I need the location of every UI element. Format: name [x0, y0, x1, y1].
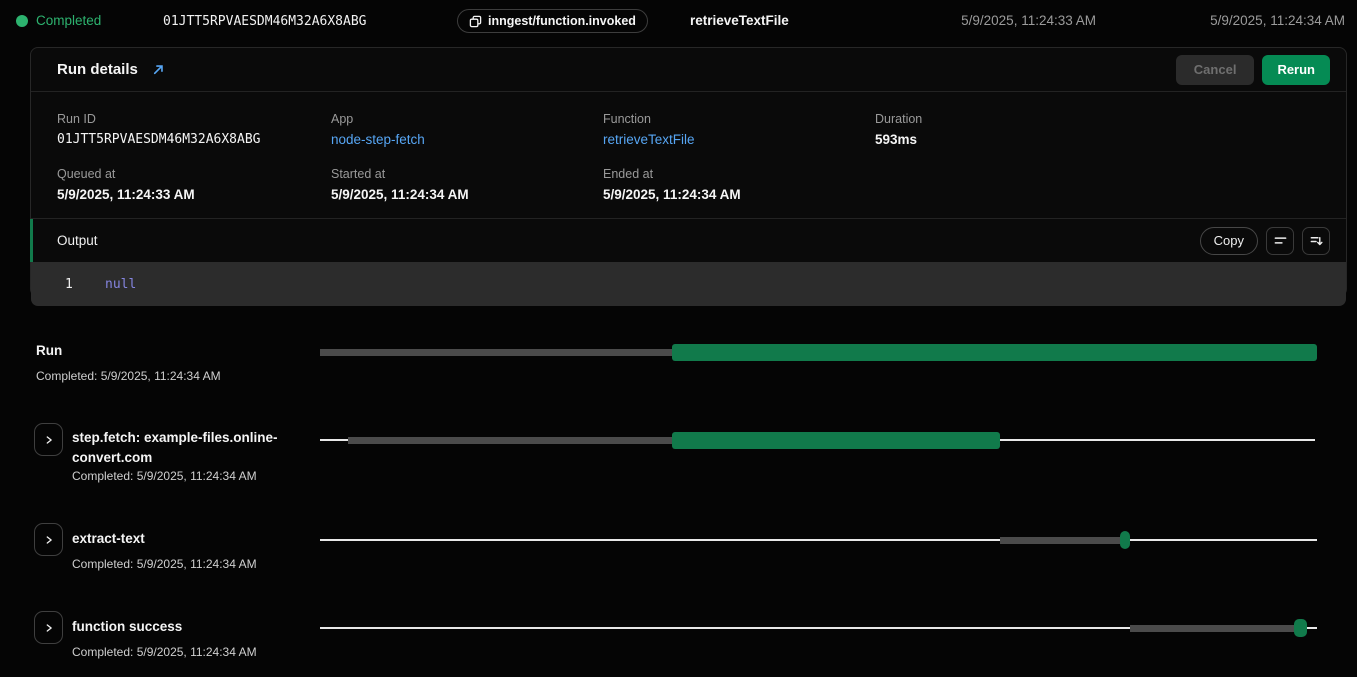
- run-detail-grid: Run ID 01JTT5RPVAESDM46M32A6X8ABG App no…: [31, 92, 1346, 202]
- timeline-track: [320, 430, 1317, 450]
- field-label: App: [331, 112, 603, 126]
- rerun-button[interactable]: Rerun: [1262, 55, 1330, 85]
- event-badge[interactable]: inngest/function.invoked: [457, 9, 648, 33]
- run-id-value: 01JTT5RPVAESDM46M32A6X8ABG: [57, 132, 331, 147]
- topbar-started-time: 5/9/2025, 11:24:34 AM: [1210, 13, 1345, 28]
- copy-icon: [469, 15, 482, 28]
- output-status-accent: [30, 219, 33, 262]
- timeline-segment-queue: [1000, 537, 1122, 544]
- line-number: 1: [65, 277, 79, 292]
- wrap-text-button[interactable]: [1266, 227, 1294, 255]
- wrap-text-icon: [1273, 233, 1288, 248]
- ended-at-value: 5/9/2025, 11:24:34 AM: [603, 187, 875, 202]
- timeline-row-completed: Completed: 5/9/2025, 11:24:34 AM: [72, 557, 257, 571]
- started-at-value: 5/9/2025, 11:24:34 AM: [331, 187, 603, 202]
- event-badge-label: inngest/function.invoked: [488, 14, 636, 28]
- timeline-row-completed: Completed: 5/9/2025, 11:24:34 AM: [72, 645, 257, 659]
- timeline-row-name: step.fetch: example-files.online-convert…: [72, 428, 310, 468]
- field-label: Started at: [331, 167, 603, 181]
- timeline-segment-marker: [1120, 531, 1130, 549]
- timeline-track: [320, 342, 1317, 362]
- output-title: Output: [57, 233, 98, 248]
- timeline-row-name: function success: [72, 617, 182, 637]
- run-details-header: Run details Cancel Rerun: [31, 48, 1346, 92]
- field-queued-at: Queued at 5/9/2025, 11:24:33 AM: [57, 167, 331, 202]
- chevron-right-icon: [43, 622, 55, 634]
- field-label: Function: [603, 112, 875, 126]
- scroll-to-bottom-button[interactable]: [1302, 227, 1330, 255]
- app-link[interactable]: node-step-fetch: [331, 132, 603, 147]
- topbar-queued-time: 5/9/2025, 11:24:33 AM: [961, 13, 1096, 28]
- output-code-viewer[interactable]: 1 null: [31, 262, 1346, 306]
- field-label: Queued at: [57, 167, 331, 181]
- expand-row-button[interactable]: [34, 423, 63, 456]
- status-dot-icon: [16, 15, 28, 27]
- chevron-right-icon: [43, 434, 55, 446]
- field-ended-at: Ended at 5/9/2025, 11:24:34 AM: [603, 167, 875, 202]
- timeline-row-name: Run: [36, 341, 62, 361]
- field-label: Duration: [875, 112, 1320, 126]
- field-duration: Duration 593ms: [875, 112, 1320, 147]
- field-function: Function retrieveTextFile: [603, 112, 875, 147]
- run-details-panel: Run details Cancel Rerun Run ID 01JTT5RP…: [30, 47, 1347, 297]
- field-label: Ended at: [603, 167, 875, 181]
- external-link-icon[interactable]: [152, 63, 165, 76]
- timeline-segment-queue: [348, 437, 672, 444]
- status-label: Completed: [36, 13, 101, 28]
- timeline-row-completed: Completed: 5/9/2025, 11:24:34 AM: [36, 369, 221, 383]
- cancel-button[interactable]: Cancel: [1176, 55, 1255, 85]
- timeline-row-name: extract-text: [72, 529, 145, 549]
- timeline-segment-run: [672, 432, 1000, 449]
- output-section-header: Output Copy: [31, 218, 1346, 262]
- copy-button[interactable]: Copy: [1200, 227, 1258, 255]
- expand-row-button[interactable]: [34, 523, 63, 556]
- field-label: Run ID: [57, 112, 331, 126]
- timeline-segment-line: [320, 539, 1317, 541]
- scroll-to-bottom-icon: [1309, 233, 1324, 248]
- topbar-run-id: 01JTT5RPVAESDM46M32A6X8ABG: [163, 14, 367, 29]
- chevron-right-icon: [43, 534, 55, 546]
- field-app: App node-step-fetch: [331, 112, 603, 147]
- expand-row-button[interactable]: [34, 611, 63, 644]
- timeline-segment-queue: [1130, 625, 1295, 632]
- field-started-at: Started at 5/9/2025, 11:24:34 AM: [331, 167, 603, 202]
- panel-title: Run details: [57, 61, 138, 78]
- queued-at-value: 5/9/2025, 11:24:33 AM: [57, 187, 331, 202]
- function-link[interactable]: retrieveTextFile: [603, 132, 875, 147]
- topbar-function-name: retrieveTextFile: [690, 13, 789, 28]
- top-status-bar: Completed 01JTT5RPVAESDM46M32A6X8ABG inn…: [0, 0, 1357, 42]
- output-code-text: null: [105, 277, 136, 292]
- timeline-segment-marker: [1294, 619, 1307, 637]
- timeline-segment-queue: [320, 349, 672, 356]
- timeline-track: [320, 530, 1317, 550]
- timeline-track: [320, 618, 1317, 638]
- timeline-row-completed: Completed: 5/9/2025, 11:24:34 AM: [72, 469, 257, 483]
- timeline-segment-run: [672, 344, 1317, 361]
- duration-value: 593ms: [875, 132, 1320, 147]
- field-run-id: Run ID 01JTT5RPVAESDM46M32A6X8ABG: [57, 112, 331, 147]
